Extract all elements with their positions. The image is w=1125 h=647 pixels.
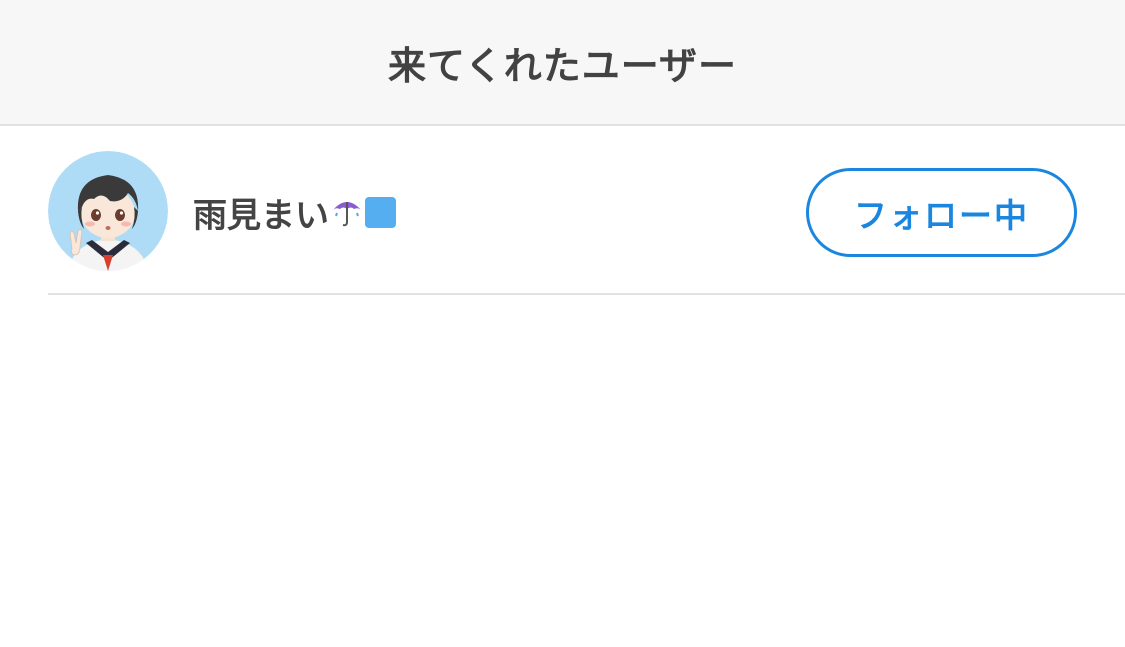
- user-name[interactable]: 雨見まい: [193, 188, 329, 237]
- divider: [48, 293, 1125, 295]
- user-name-group[interactable]: 雨見まい: [193, 188, 396, 237]
- following-button[interactable]: フォロー中: [806, 168, 1077, 257]
- avatar[interactable]: [48, 151, 168, 271]
- blue-square-icon: [365, 196, 396, 228]
- avatar-image: [48, 151, 168, 271]
- header-bar: 来てくれたユーザー: [0, 0, 1125, 126]
- umbrella-icon: [331, 196, 363, 228]
- page-title: 来てくれたユーザー: [387, 43, 738, 88]
- list-item[interactable]: 雨見まい フォロー中: [0, 128, 1125, 295]
